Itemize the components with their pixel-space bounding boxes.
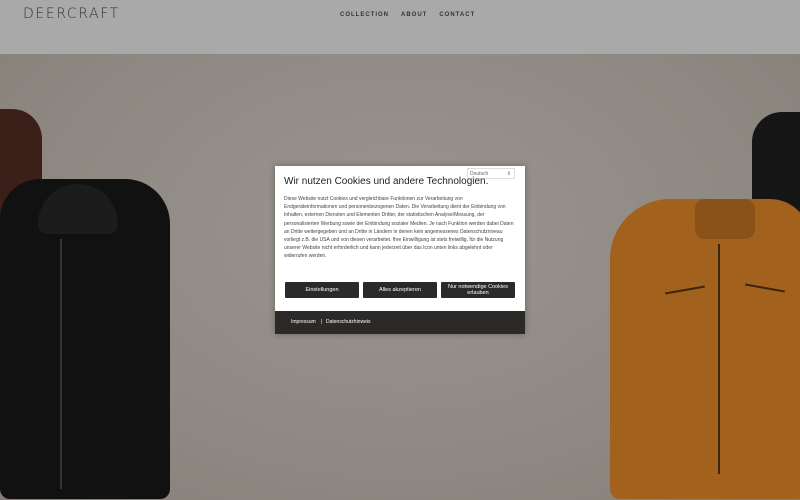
jacket-zipper bbox=[718, 244, 720, 474]
imprint-link[interactable]: Impressum bbox=[291, 319, 316, 325]
nav-contact[interactable]: CONTACT bbox=[439, 12, 475, 18]
chevron-updown-icon: ⇕ bbox=[506, 171, 511, 177]
jacket-pocket bbox=[745, 283, 785, 293]
cookie-description: Diese Website nutzt Cookies und vergleic… bbox=[284, 196, 514, 260]
cookie-title: Wir nutzen Cookies und andere Technologi… bbox=[284, 176, 489, 187]
nav-about[interactable]: ABOUT bbox=[401, 12, 427, 18]
accept-necessary-button[interactable]: Nur notwendige Cookies erlauben bbox=[441, 282, 515, 298]
black-leather-jacket-image bbox=[0, 179, 170, 499]
jacket-hood bbox=[38, 184, 118, 234]
jacket-zipper bbox=[60, 239, 62, 489]
accept-all-button[interactable]: Alles akzeptieren bbox=[363, 282, 437, 298]
main-nav: COLLECTION ABOUT CONTACT bbox=[340, 12, 475, 18]
jacket-collar bbox=[695, 199, 755, 239]
privacy-link[interactable]: Datenschutzhinweis bbox=[326, 319, 370, 325]
brand-logo[interactable]: DEERCRAFT bbox=[23, 6, 120, 22]
jacket-pocket bbox=[665, 285, 705, 295]
footer-separator: | bbox=[321, 319, 323, 325]
cookie-footer: Impressum | Datenschutzhinweis bbox=[275, 311, 525, 334]
site-header: DEERCRAFT COLLECTION ABOUT CONTACT bbox=[0, 0, 800, 54]
settings-button[interactable]: Einstellungen bbox=[285, 282, 359, 298]
cookie-consent-dialog: Deutsch ⇕ Wir nutzen Cookies und andere … bbox=[275, 166, 525, 334]
nav-collection[interactable]: COLLECTION bbox=[340, 12, 389, 18]
tan-leather-jacket-image bbox=[610, 199, 800, 499]
